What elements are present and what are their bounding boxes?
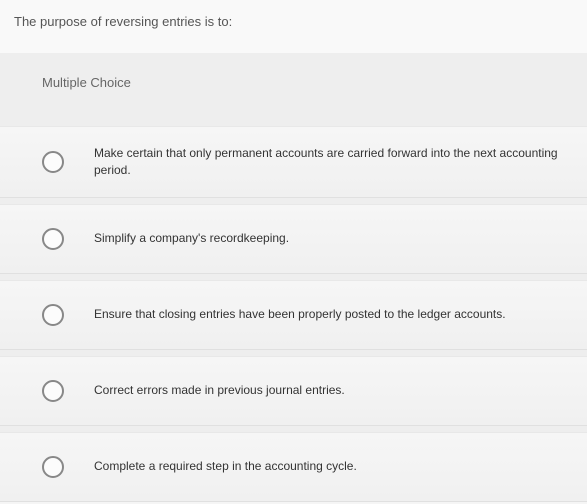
radio-icon[interactable] — [42, 456, 64, 478]
radio-icon[interactable] — [42, 151, 64, 173]
question-type-label: Multiple Choice — [0, 53, 587, 110]
option-row[interactable]: Simplify a company's recordkeeping. — [0, 204, 587, 274]
question-prompt-text: The purpose of reversing entries is to: — [14, 14, 232, 29]
option-text: Complete a required step in the accounti… — [94, 458, 363, 475]
radio-icon[interactable] — [42, 228, 64, 250]
option-row[interactable]: Complete a required step in the accounti… — [0, 432, 587, 502]
option-text: Ensure that closing entries have been pr… — [94, 306, 512, 323]
option-row[interactable]: Make certain that only permanent account… — [0, 126, 587, 198]
option-text: Make certain that only permanent account… — [94, 145, 575, 179]
option-row[interactable]: Correct errors made in previous journal … — [0, 356, 587, 426]
option-text: Simplify a company's recordkeeping. — [94, 230, 295, 247]
radio-icon[interactable] — [42, 304, 64, 326]
question-type-text: Multiple Choice — [42, 75, 131, 90]
option-text: Correct errors made in previous journal … — [94, 382, 351, 399]
spacer — [0, 110, 587, 126]
question-prompt: The purpose of reversing entries is to: — [0, 0, 587, 53]
option-row[interactable]: Ensure that closing entries have been pr… — [0, 280, 587, 350]
radio-icon[interactable] — [42, 380, 64, 402]
multiple-choice-block: Multiple Choice Make certain that only p… — [0, 53, 587, 502]
